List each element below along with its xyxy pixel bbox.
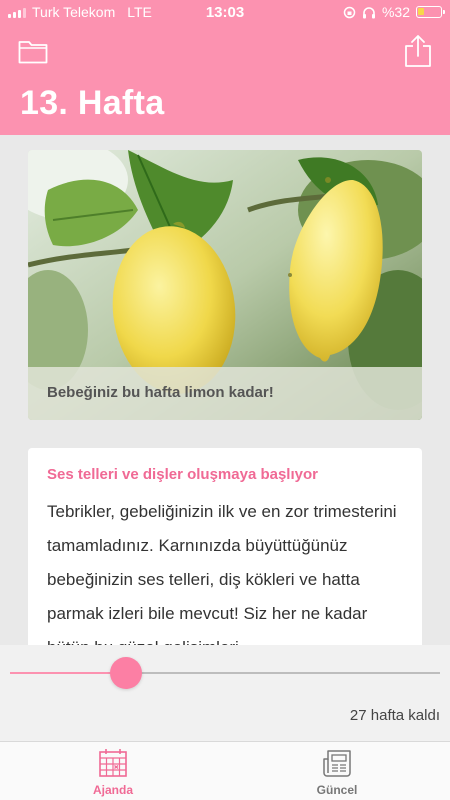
article-body: Tebrikler, gebeliğinizin ilk ve en zor t… <box>47 502 397 657</box>
rotation-lock-icon <box>343 6 356 18</box>
tab-agenda[interactable]: Ajanda <box>68 748 158 797</box>
folder-icon[interactable] <box>18 38 48 64</box>
headphones-icon <box>362 6 375 18</box>
image-caption: Bebeğiniz bu hafta limon kadar! <box>47 384 274 401</box>
week-size-card[interactable]: Bebeğiniz bu hafta limon kadar! <box>28 150 422 420</box>
article-heading: Ses telleri ve dişler oluşmaya başlıyor <box>47 466 318 483</box>
article-card[interactable]: Ses telleri ve dişler oluşmaya başlıyor … <box>28 448 422 658</box>
image-caption-bar: Bebeğiniz bu hafta limon kadar! <box>28 367 422 420</box>
newspaper-icon <box>323 750 351 777</box>
status-bar: Turk Telekom LTE 13:03 %32 <box>0 0 450 24</box>
battery-percent: %32 <box>381 4 410 20</box>
battery-icon <box>416 6 445 18</box>
share-icon[interactable] <box>404 34 432 68</box>
tab-agenda-label: Ajanda <box>92 783 133 797</box>
tab-news-label: Güncel <box>316 783 358 797</box>
week-slider-fill <box>10 672 127 674</box>
status-right: %32 <box>343 4 445 20</box>
tab-bar: Ajanda Güncel <box>0 741 450 800</box>
battery-level <box>418 8 424 15</box>
week-slider-track[interactable] <box>10 672 440 674</box>
calendar-icon <box>99 749 127 777</box>
tab-news[interactable]: Güncel <box>292 748 382 797</box>
header: Turk Telekom LTE 13:03 %32 13. Hafta <box>0 0 450 135</box>
page-title: 13. Hafta <box>20 84 165 122</box>
week-slider-panel: 27 hafta kaldı <box>0 645 450 741</box>
weeks-remaining: 27 hafta kaldı <box>349 707 440 724</box>
week-slider-thumb[interactable] <box>110 657 143 689</box>
